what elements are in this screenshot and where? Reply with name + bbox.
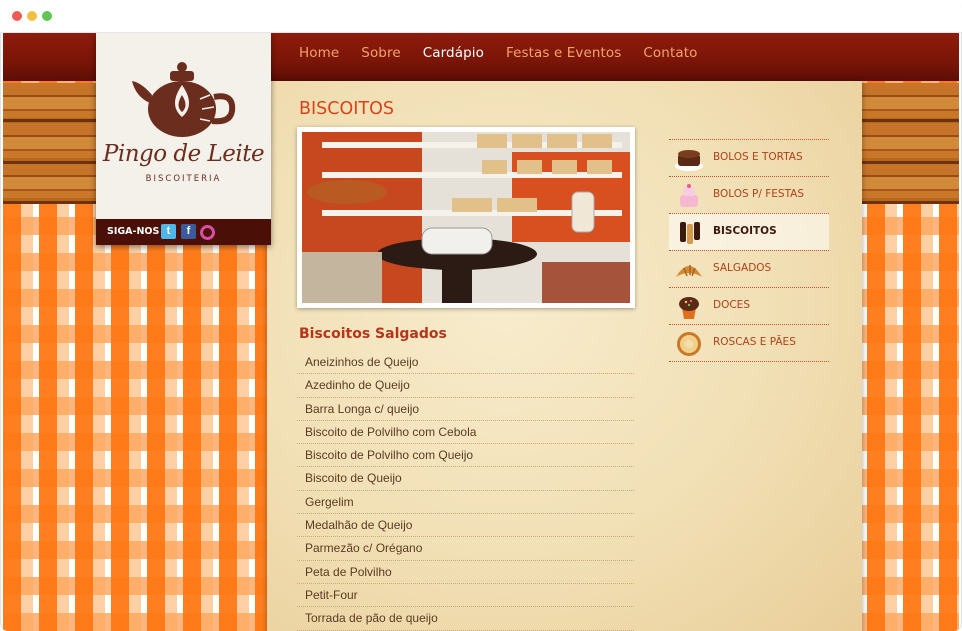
category-label: ROSCAS E PÃES [713, 336, 796, 348]
list-item[interactable]: Biscoito de Queijo [297, 467, 634, 491]
title-bar [0, 0, 962, 33]
category-label: SALGADOS [713, 262, 772, 274]
category-label: BOLOS E TORTAS [713, 151, 803, 163]
party-cake-icon [680, 184, 698, 207]
close-window-button[interactable] [12, 11, 22, 21]
list-item[interactable]: Aneizinhos de Queijo [297, 351, 634, 375]
cupcake-icon [679, 297, 699, 319]
maximize-window-button[interactable] [42, 11, 52, 21]
teapot-icon [132, 62, 236, 137]
nav-links: Home Sobre Cardápio Festas e Eventos Con… [299, 45, 719, 61]
list-item[interactable]: Biscoito de Polvilho com Cebola [297, 421, 634, 445]
bakery-shelves-photo [302, 132, 630, 303]
page-title: BISCOITOS [299, 99, 395, 119]
nav-home[interactable]: Home [299, 45, 339, 61]
category-bolos-p-festas[interactable]: BOLOS P/ FESTAS [669, 176, 829, 213]
brand-tagline: BISCOITERIA [145, 174, 222, 184]
category-salgados[interactable]: SALGADOS [669, 250, 829, 287]
nav-sobre[interactable]: Sobre [361, 45, 400, 61]
nav-festas-eventos[interactable]: Festas e Eventos [506, 45, 621, 61]
croissant-icon [676, 265, 702, 277]
category-bolos-e-tortas[interactable]: BOLOS E TORTAS [669, 139, 829, 176]
list-item[interactable]: Gergelim [297, 491, 634, 515]
biscuit-icon [680, 222, 700, 244]
list-item[interactable]: Biscoito de Polvilho com Queijo [297, 444, 634, 468]
minimize-window-button[interactable] [27, 11, 37, 21]
category-label: DOCES [713, 299, 750, 311]
category-label: BOLOS P/ FESTAS [713, 188, 805, 200]
list-item[interactable]: Parmezão c/ Orégano [297, 537, 634, 561]
photo-frame [297, 127, 635, 308]
category-label: BISCOITOS [713, 225, 777, 237]
nav-contato[interactable]: Contato [643, 45, 697, 61]
list-item[interactable]: Torrada de pão de queijo [297, 607, 634, 631]
browser-window: Home Sobre Cardápio Festas e Eventos Con… [0, 0, 962, 631]
section-title: Biscoitos Salgados [299, 326, 447, 342]
twitter-icon[interactable]: t [161, 224, 176, 239]
cake-icon [675, 150, 703, 171]
list-item[interactable]: Barra Longa c/ queijo [297, 398, 634, 421]
facebook-icon[interactable]: f [181, 224, 196, 239]
category-menu: BOLOS E TORTAS BOLOS P/ FESTAS BISCOITOS [669, 139, 829, 362]
list-item[interactable]: Medalhão de Queijo [297, 514, 634, 538]
follow-bar: SIGA-NOS t f [96, 219, 271, 245]
list-item[interactable]: Peta de Polvilho [297, 561, 634, 584]
donut-icon [677, 332, 701, 356]
list-item[interactable]: Petit-Four [297, 584, 634, 608]
nav-cardapio[interactable]: Cardápio [423, 45, 484, 61]
page-viewport: Home Sobre Cardápio Festas e Eventos Con… [3, 33, 959, 631]
category-biscoitos[interactable]: BISCOITOS [669, 213, 829, 250]
instagram-icon[interactable] [200, 225, 215, 240]
brand-name: Pingo de Leite [102, 141, 265, 167]
category-doces[interactable]: DOCES [669, 287, 829, 324]
list-item[interactable]: Azedinho de Queijo [297, 374, 634, 398]
product-list: Aneizinhos de Queijo Azedinho de Queijo … [297, 351, 634, 631]
follow-label: SIGA-NOS [107, 226, 160, 237]
logo-card[interactable]: Pingo de Leite BISCOITERIA SIGA-NOS t f [96, 33, 271, 245]
category-roscas-e-paes[interactable]: ROSCAS E PÃES [669, 324, 829, 362]
